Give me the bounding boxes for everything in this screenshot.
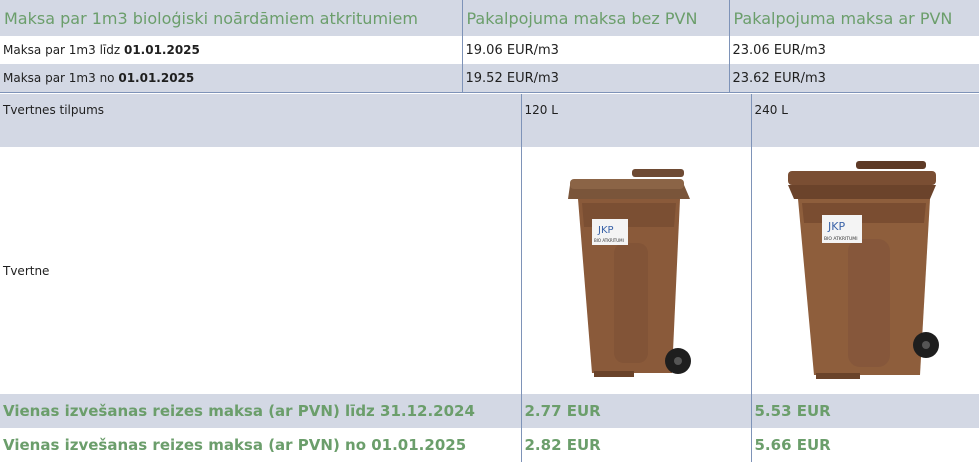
bin-120-sticker-text: BIO ATKRITUMI: [594, 238, 624, 243]
table-row: Vienas izvešanas reizes maksa (ar PVN) n…: [0, 428, 979, 462]
bin-120-cell: JKP BIO ATKRITUMI: [521, 147, 751, 394]
bin-240-image: JKP BIO ATKRITUMI: [752, 147, 979, 391]
price-small: 2.77 EUR: [521, 394, 751, 428]
price-label: Vienas izvešanas reizes maksa (ar PVN) n…: [0, 428, 521, 462]
rate-table-header: Maksa par 1m3 bioloģiski noārdāmiem atkr…: [0, 0, 979, 36]
rate-without-vat: 19.52 EUR/m3: [462, 64, 729, 93]
rate-without-vat: 19.06 EUR/m3: [462, 36, 729, 64]
price-large: 5.66 EUR: [751, 428, 979, 462]
price-label: Vienas izvešanas reizes maksa (ar PVN) l…: [0, 394, 521, 428]
bin-240-cell: JKP BIO ATKRITUMI: [751, 147, 979, 394]
bin-120-logo: JKP: [597, 225, 614, 236]
bin-120-image: JKP BIO ATKRITUMI: [522, 147, 752, 391]
rate-with-vat: 23.06 EUR/m3: [729, 36, 979, 64]
header-fee-per-m3: Maksa par 1m3 bioloģiski noārdāmiem atkr…: [0, 0, 462, 36]
table-row: Maksa par 1m3 no 01.01.2025 19.52 EUR/m3…: [0, 64, 979, 93]
rate-table: Maksa par 1m3 bioloģiski noārdāmiem atkr…: [0, 0, 979, 93]
capacity-row: Tvertnes tilpums 120 L 240 L: [0, 94, 979, 147]
bin-240-sticker-text: BIO ATKRITUMI: [824, 236, 858, 242]
price-document: Maksa par 1m3 bioloģiski noārdāmiem atkr…: [0, 0, 979, 452]
header-without-vat: Pakalpojuma maksa bez PVN: [462, 0, 729, 36]
capacity-small: 120 L: [521, 94, 751, 147]
capacity-label: Tvertnes tilpums: [0, 94, 521, 147]
header-with-vat: Pakalpojuma maksa ar PVN: [729, 0, 979, 36]
rate-label: Maksa par 1m3 līdz 01.01.2025: [0, 36, 462, 64]
table-row: Maksa par 1m3 līdz 01.01.2025 19.06 EUR/…: [0, 36, 979, 64]
rate-label: Maksa par 1m3 no 01.01.2025: [0, 64, 462, 93]
bin-240-logo: JKP: [827, 220, 845, 233]
capacity-large: 240 L: [751, 94, 979, 147]
table-row: Vienas izvešanas reizes maksa (ar PVN) l…: [0, 394, 979, 428]
rate-with-vat: 23.62 EUR/m3: [729, 64, 979, 93]
bin-table: Tvertnes tilpums 120 L 240 L Tvertne: [0, 94, 979, 462]
price-small: 2.82 EUR: [521, 428, 751, 462]
bin-image-row: Tvertne JKP BIO ATKRITUMI: [0, 147, 979, 394]
container-label: Tvertne: [0, 147, 521, 394]
price-large: 5.53 EUR: [751, 394, 979, 428]
